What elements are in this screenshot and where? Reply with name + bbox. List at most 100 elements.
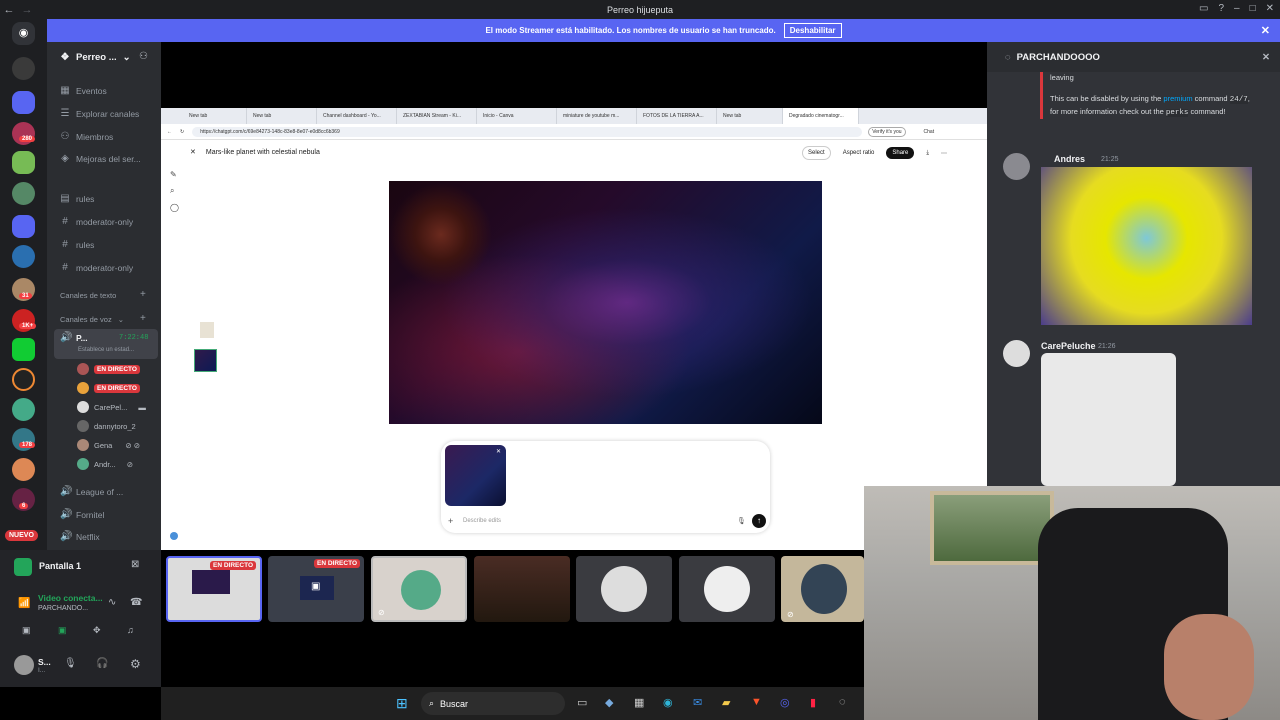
browser-tab[interactable]: Channel dashboard - Yo... (317, 108, 397, 124)
help-icon[interactable] (170, 532, 178, 540)
message-image[interactable] (1041, 353, 1176, 486)
user-avatar[interactable] (14, 655, 34, 675)
thumbnail[interactable] (200, 322, 214, 338)
category-text[interactable]: Canales de texto (60, 291, 116, 300)
app-icon[interactable]: ◆ (605, 696, 613, 709)
channel-moderator-only-2[interactable]: # moderator-only (60, 262, 133, 273)
browser-tab[interactable]: New tab (247, 108, 317, 124)
url-field[interactable]: https://chatgpt.com/c/69e84273-148c-83e8… (192, 126, 863, 137)
send-button[interactable]: ↑ (752, 514, 766, 528)
file-explorer-icon[interactable]: ▰ (722, 696, 730, 709)
add-channel-icon[interactable]: + (140, 289, 146, 300)
browser-tab[interactable]: New tab (717, 108, 783, 124)
nav-events[interactable]: ▦ Eventos (60, 85, 106, 96)
brave-icon[interactable]: ▼ (751, 696, 762, 708)
voice-channel-name[interactable]: 🔊 P... (60, 332, 88, 343)
voice-user[interactable]: Andr... ⊘ (77, 458, 133, 470)
message-author[interactable]: Andres (1054, 154, 1085, 164)
channel-rules-2[interactable]: # rules (60, 239, 94, 250)
premium-link[interactable]: premium (1163, 94, 1192, 103)
settings-gear-icon[interactable]: ⚙ (130, 657, 141, 671)
verify-chip[interactable]: Verify it's you (868, 126, 906, 137)
composer-input[interactable]: Describe edits (463, 518, 501, 524)
stream-tile[interactable]: EN DIRECTO (166, 556, 262, 622)
browser-tab[interactable]: miniature de youtube m... (557, 108, 637, 124)
server-icon[interactable] (12, 215, 35, 238)
add-icon[interactable]: + (448, 516, 453, 526)
search-icon[interactable]: ⌕ (170, 186, 179, 196)
disconnect-icon[interactable]: ☎ (130, 597, 142, 608)
participant-tile[interactable] (679, 556, 775, 622)
close-preview-icon[interactable]: ⊠ (131, 559, 139, 570)
discord-taskbar-icon[interactable]: ◎ (780, 696, 790, 709)
server-name[interactable]: ❖ Perreo ... ⌄ (60, 52, 131, 63)
voice-status[interactable]: Establece un estad... (78, 347, 134, 353)
browser-tab[interactable]: Inicio - Canva (477, 108, 557, 124)
nav-boosts[interactable]: ◈ Mejoras del ser... (60, 153, 141, 164)
avatar[interactable] (1003, 340, 1030, 367)
activities-icon[interactable]: ✥ (93, 625, 101, 636)
server-icon[interactable] (12, 398, 35, 421)
voice-user-live[interactable]: EN DIRECTO (77, 363, 140, 375)
help-icon[interactable]: ? (1218, 3, 1224, 14)
stream-tile[interactable]: ▣ EN DIRECTO (268, 556, 364, 622)
channel-rules[interactable]: ▤ rules (60, 193, 94, 204)
server-icon[interactable] (12, 151, 35, 174)
app-icon[interactable]: ◌ (839, 696, 846, 708)
message-image[interactable] (1041, 167, 1252, 325)
microphone-icon[interactable]: 🎙 (737, 517, 746, 525)
browser-tab[interactable]: FOTOS DE LA TIERRA A... (637, 108, 717, 124)
headphones-icon[interactable]: 🎧 (96, 658, 108, 669)
app-icon[interactable]: ▮ (810, 696, 816, 709)
download-icon[interactable]: ⤓ (926, 150, 929, 157)
server-icon[interactable] (12, 182, 35, 205)
discord-home-icon[interactable]: ◉ (12, 22, 35, 45)
maximize-icon[interactable]: □ (1250, 3, 1256, 14)
message-author[interactable]: CarePeluche (1041, 341, 1096, 351)
participant-tile[interactable]: ⊘ (781, 556, 864, 622)
outlook-icon[interactable]: ✉ (693, 696, 702, 709)
screen-share-toggle-icon[interactable]: ▣ (58, 625, 67, 636)
server-icon[interactable] (12, 368, 35, 391)
soundboard-icon[interactable]: ♫ (127, 625, 134, 635)
server-icon[interactable] (12, 57, 35, 80)
server-icon[interactable] (12, 458, 35, 481)
select-button[interactable]: Select (802, 146, 831, 160)
close-banner-icon[interactable]: ✕ (1261, 24, 1270, 37)
voice-user[interactable]: dannytoro_2 (77, 420, 136, 432)
browser-tab[interactable]: New tab (161, 108, 247, 124)
browser-tab[interactable]: ZEXTABIAN Stream - Ki... (397, 108, 477, 124)
voice-user[interactable]: CarePel... ▬ (77, 401, 146, 413)
participant-tile[interactable]: ⊘ (371, 556, 467, 622)
taskbar-search[interactable]: ⌕ Buscar (421, 692, 565, 715)
server-icon[interactable] (12, 91, 35, 114)
category-voice[interactable]: Canales de voz ⌄ (60, 315, 124, 324)
voice-user-live[interactable]: EN DIRECTO (77, 382, 140, 394)
edit-icon[interactable]: ✎ (170, 170, 179, 179)
task-view-icon[interactable]: ▭ (577, 696, 587, 709)
inbox-icon[interactable]: ▭ (1199, 3, 1208, 14)
windows-start-icon[interactable]: ⊞ (396, 695, 408, 712)
back-icon[interactable]: ← (167, 129, 172, 135)
generated-image[interactable] (389, 181, 822, 424)
nav-browse-channels[interactable]: ☰ Explorar canales (60, 108, 140, 119)
add-member-icon[interactable]: ⚇ (139, 51, 148, 62)
store-icon[interactable]: ▦ (634, 696, 644, 709)
aspect-ratio-button[interactable]: Aspect ratio (843, 150, 875, 156)
more-icon[interactable]: ⋯ (941, 150, 947, 157)
chat-bubble-icon[interactable]: ◯ (170, 203, 179, 212)
avatar[interactable] (1003, 153, 1030, 180)
voice-user[interactable]: Gena ⊘ ⊘ (77, 439, 140, 451)
close-window-icon[interactable]: ✕ (1266, 3, 1274, 14)
participant-tile[interactable] (576, 556, 672, 622)
channel-moderator-only[interactable]: # moderator-only (60, 216, 133, 227)
thumbnail-selected[interactable] (194, 349, 217, 372)
voice-channel[interactable]: 🔊 Fornitel (60, 509, 104, 520)
new-badge[interactable]: NUEVO (5, 530, 38, 541)
noise-suppression-icon[interactable]: ∿ (108, 597, 116, 608)
disable-streamer-button[interactable]: Deshabilitar (783, 23, 842, 38)
voice-channel[interactable]: 🔊 Netflix (60, 531, 100, 542)
chat-chip[interactable]: Chat (924, 129, 935, 135)
camera-off-icon[interactable]: ▣ (22, 625, 31, 636)
server-icon[interactable] (12, 338, 35, 361)
